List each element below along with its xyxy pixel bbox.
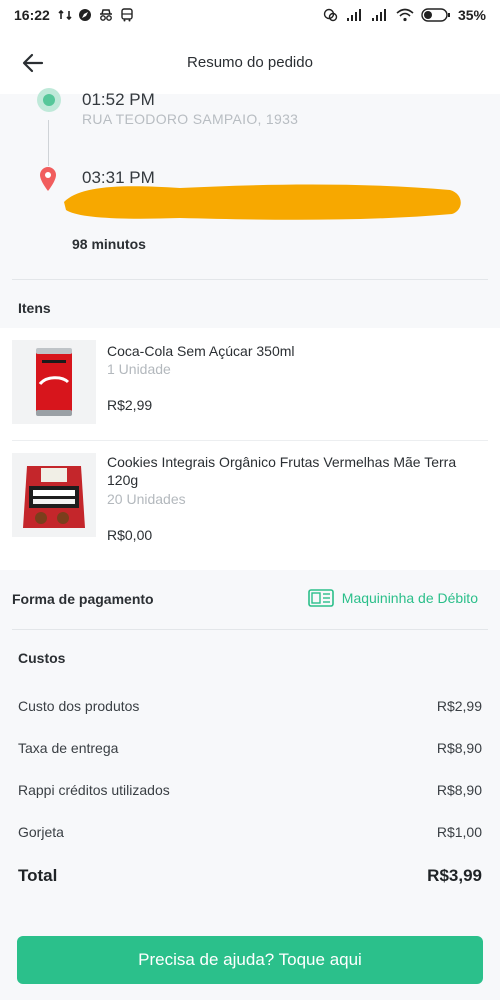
item-price: R$2,99 [107,397,153,413]
payment-label: Forma de pagamento [12,591,154,607]
cell-signal-icon [346,8,364,22]
wifi-icon [396,8,414,22]
arrow-left-icon [22,53,44,73]
cost-value: R$8,90 [436,782,482,798]
cost-row: Gorjeta R$1,00 [18,824,482,840]
item-name: Cookies Integrais Orgânico Frutas Vermel… [107,454,457,488]
divider [12,629,488,630]
item-image [12,340,96,424]
list-item[interactable]: Coca-Cola Sem Açúcar 350ml 1 Unidade R$2… [0,328,500,440]
pickup-marker-icon [37,88,61,112]
total-row: Total R$3,99 [18,866,482,886]
soda-can-icon [36,348,72,416]
battery-icon [421,8,451,22]
compass-icon [78,8,92,22]
total-value: R$3,99 [427,866,482,885]
items-heading: Itens [18,300,51,316]
pickup-time: 01:52 PM [82,90,155,109]
item-quantity: 20 Unidades [107,491,186,507]
item-quantity: 1 Unidade [107,361,171,377]
route-section: 01:52 PM RUA TEODORO SAMPAIO, 1933 03:31… [0,88,500,280]
cost-row: Rappi créditos utilizados R$8,90 [18,782,482,798]
bus-icon [120,8,134,22]
payment-method-label: Maquininha de Débito [341,590,478,606]
card-machine-icon [307,589,334,607]
cost-value: R$1,00 [436,824,482,840]
back-button[interactable] [18,48,48,78]
app-header: Resumo do pedido [0,30,500,94]
payment-row: Forma de pagamento Maquininha de Débito [0,572,500,628]
costs-heading: Custos [18,650,66,666]
cell-signal-icon [371,8,389,22]
signal-arrows-icon [58,8,72,22]
status-bar: 16:22 35% [0,0,500,30]
cost-label: Gorjeta [18,824,64,840]
redaction-scribble [64,184,461,220]
pickup-address: RUA TEODORO SAMPAIO, 1933 [82,111,299,127]
battery-percent: 35% [457,7,486,23]
trip-duration: 98 minutos [72,236,146,252]
item-price: R$0,00 [107,527,153,543]
item-image [12,453,96,537]
list-item[interactable]: Cookies Integrais Orgânico Frutas Vermel… [12,440,488,570]
cost-label: Rappi créditos utilizados [18,782,170,798]
help-button[interactable]: Precisa de ajuda? Toque aqui [17,936,483,984]
cost-value: R$2,99 [436,698,482,714]
status-left-icons [58,8,134,22]
status-right-icons: 35% [323,7,486,23]
total-label: Total [18,866,58,885]
payment-method[interactable]: Maquininha de Débito [307,589,478,607]
route-line [48,120,49,166]
incognito-icon [98,8,114,22]
cost-row: Taxa de entrega R$8,90 [18,740,482,756]
map-pin-icon [38,166,58,197]
items-list: Coca-Cola Sem Açúcar 350ml 1 Unidade R$2… [0,328,500,570]
cookie-package-icon [23,466,85,528]
page-title: Resumo do pedido [187,53,313,71]
item-name: Coca-Cola Sem Açúcar 350ml [107,343,295,359]
status-time: 16:22 [14,7,50,23]
divider [12,279,488,280]
cost-value: R$8,90 [436,740,482,756]
cost-label: Taxa de entrega [18,740,119,756]
vibrate-icon [323,8,339,22]
cost-row: Custo dos produtos R$2,99 [18,698,482,714]
cost-label: Custo dos produtos [18,698,140,714]
